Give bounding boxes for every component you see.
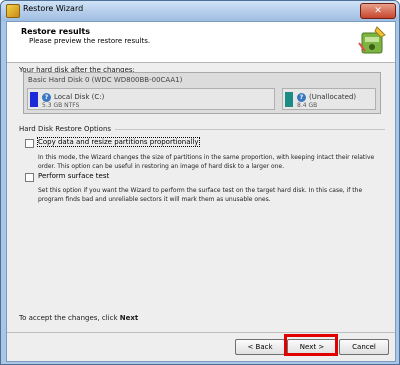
accept-hint-target: Next (119, 314, 139, 322)
window-title: Restore Wizard (23, 4, 84, 13)
wizard-logo-icon (358, 26, 386, 54)
page-title: Restore results (21, 27, 90, 36)
wizard-client-area: Restore results Please preview the resto… (6, 21, 396, 362)
back-button[interactable]: < Back (235, 339, 285, 355)
surface-test-checkbox[interactable] (25, 173, 34, 182)
partition-color-swatch (30, 92, 38, 107)
partition-name: (Unallocated) (309, 93, 357, 101)
accept-hint: To accept the changes, click Next (19, 314, 138, 322)
resize-proportionally-label[interactable]: Copy data and resize partitions proporti… (37, 137, 200, 147)
partition-unallocated[interactable]: ? (Unallocated) 8.4 GB (282, 88, 376, 110)
app-icon (6, 4, 20, 18)
partition-size: 5.3 GB NTFS (42, 102, 80, 109)
surface-test-description: Set this option if you want the Wizard t… (38, 187, 363, 203)
resize-proportionally-description: In this mode, the Wizard changes the siz… (38, 154, 375, 170)
partition-color-swatch (285, 92, 293, 107)
page-subtitle: Please preview the restore results. (29, 37, 151, 45)
accept-hint-text: To accept the changes, click (19, 314, 118, 322)
surface-test-label[interactable]: Perform surface test (38, 172, 109, 180)
options-section-divider (115, 129, 385, 130)
disk-name: Basic Hard Disk 0 (WDC WD800BB-00CAA1) (28, 76, 183, 84)
cancel-button[interactable]: Cancel (339, 339, 389, 355)
partition-local-disk[interactable]: ? Local Disk (C:) 5.3 GB NTFS (27, 88, 275, 110)
partition-name: Local Disk (C:) (54, 93, 105, 101)
partition-info-icon: ? (42, 93, 51, 102)
disk-map: Basic Hard Disk 0 (WDC WD800BB-00CAA1) ?… (23, 72, 381, 114)
title-bar: Restore Wizard ✕ (1, 1, 399, 21)
options-section-label: Hard Disk Restore Options (19, 125, 112, 133)
partition-size: 8.4 GB (297, 102, 318, 109)
wizard-header: Restore results Please preview the resto… (7, 22, 395, 63)
next-button-highlight (284, 334, 338, 356)
restore-wizard-window: Restore Wizard ✕ Restore results Please … (0, 0, 400, 365)
resize-proportionally-checkbox[interactable] (25, 139, 34, 148)
partition-info-icon: ? (297, 93, 306, 102)
footer-divider (7, 332, 395, 333)
close-button[interactable]: ✕ (360, 3, 396, 19)
